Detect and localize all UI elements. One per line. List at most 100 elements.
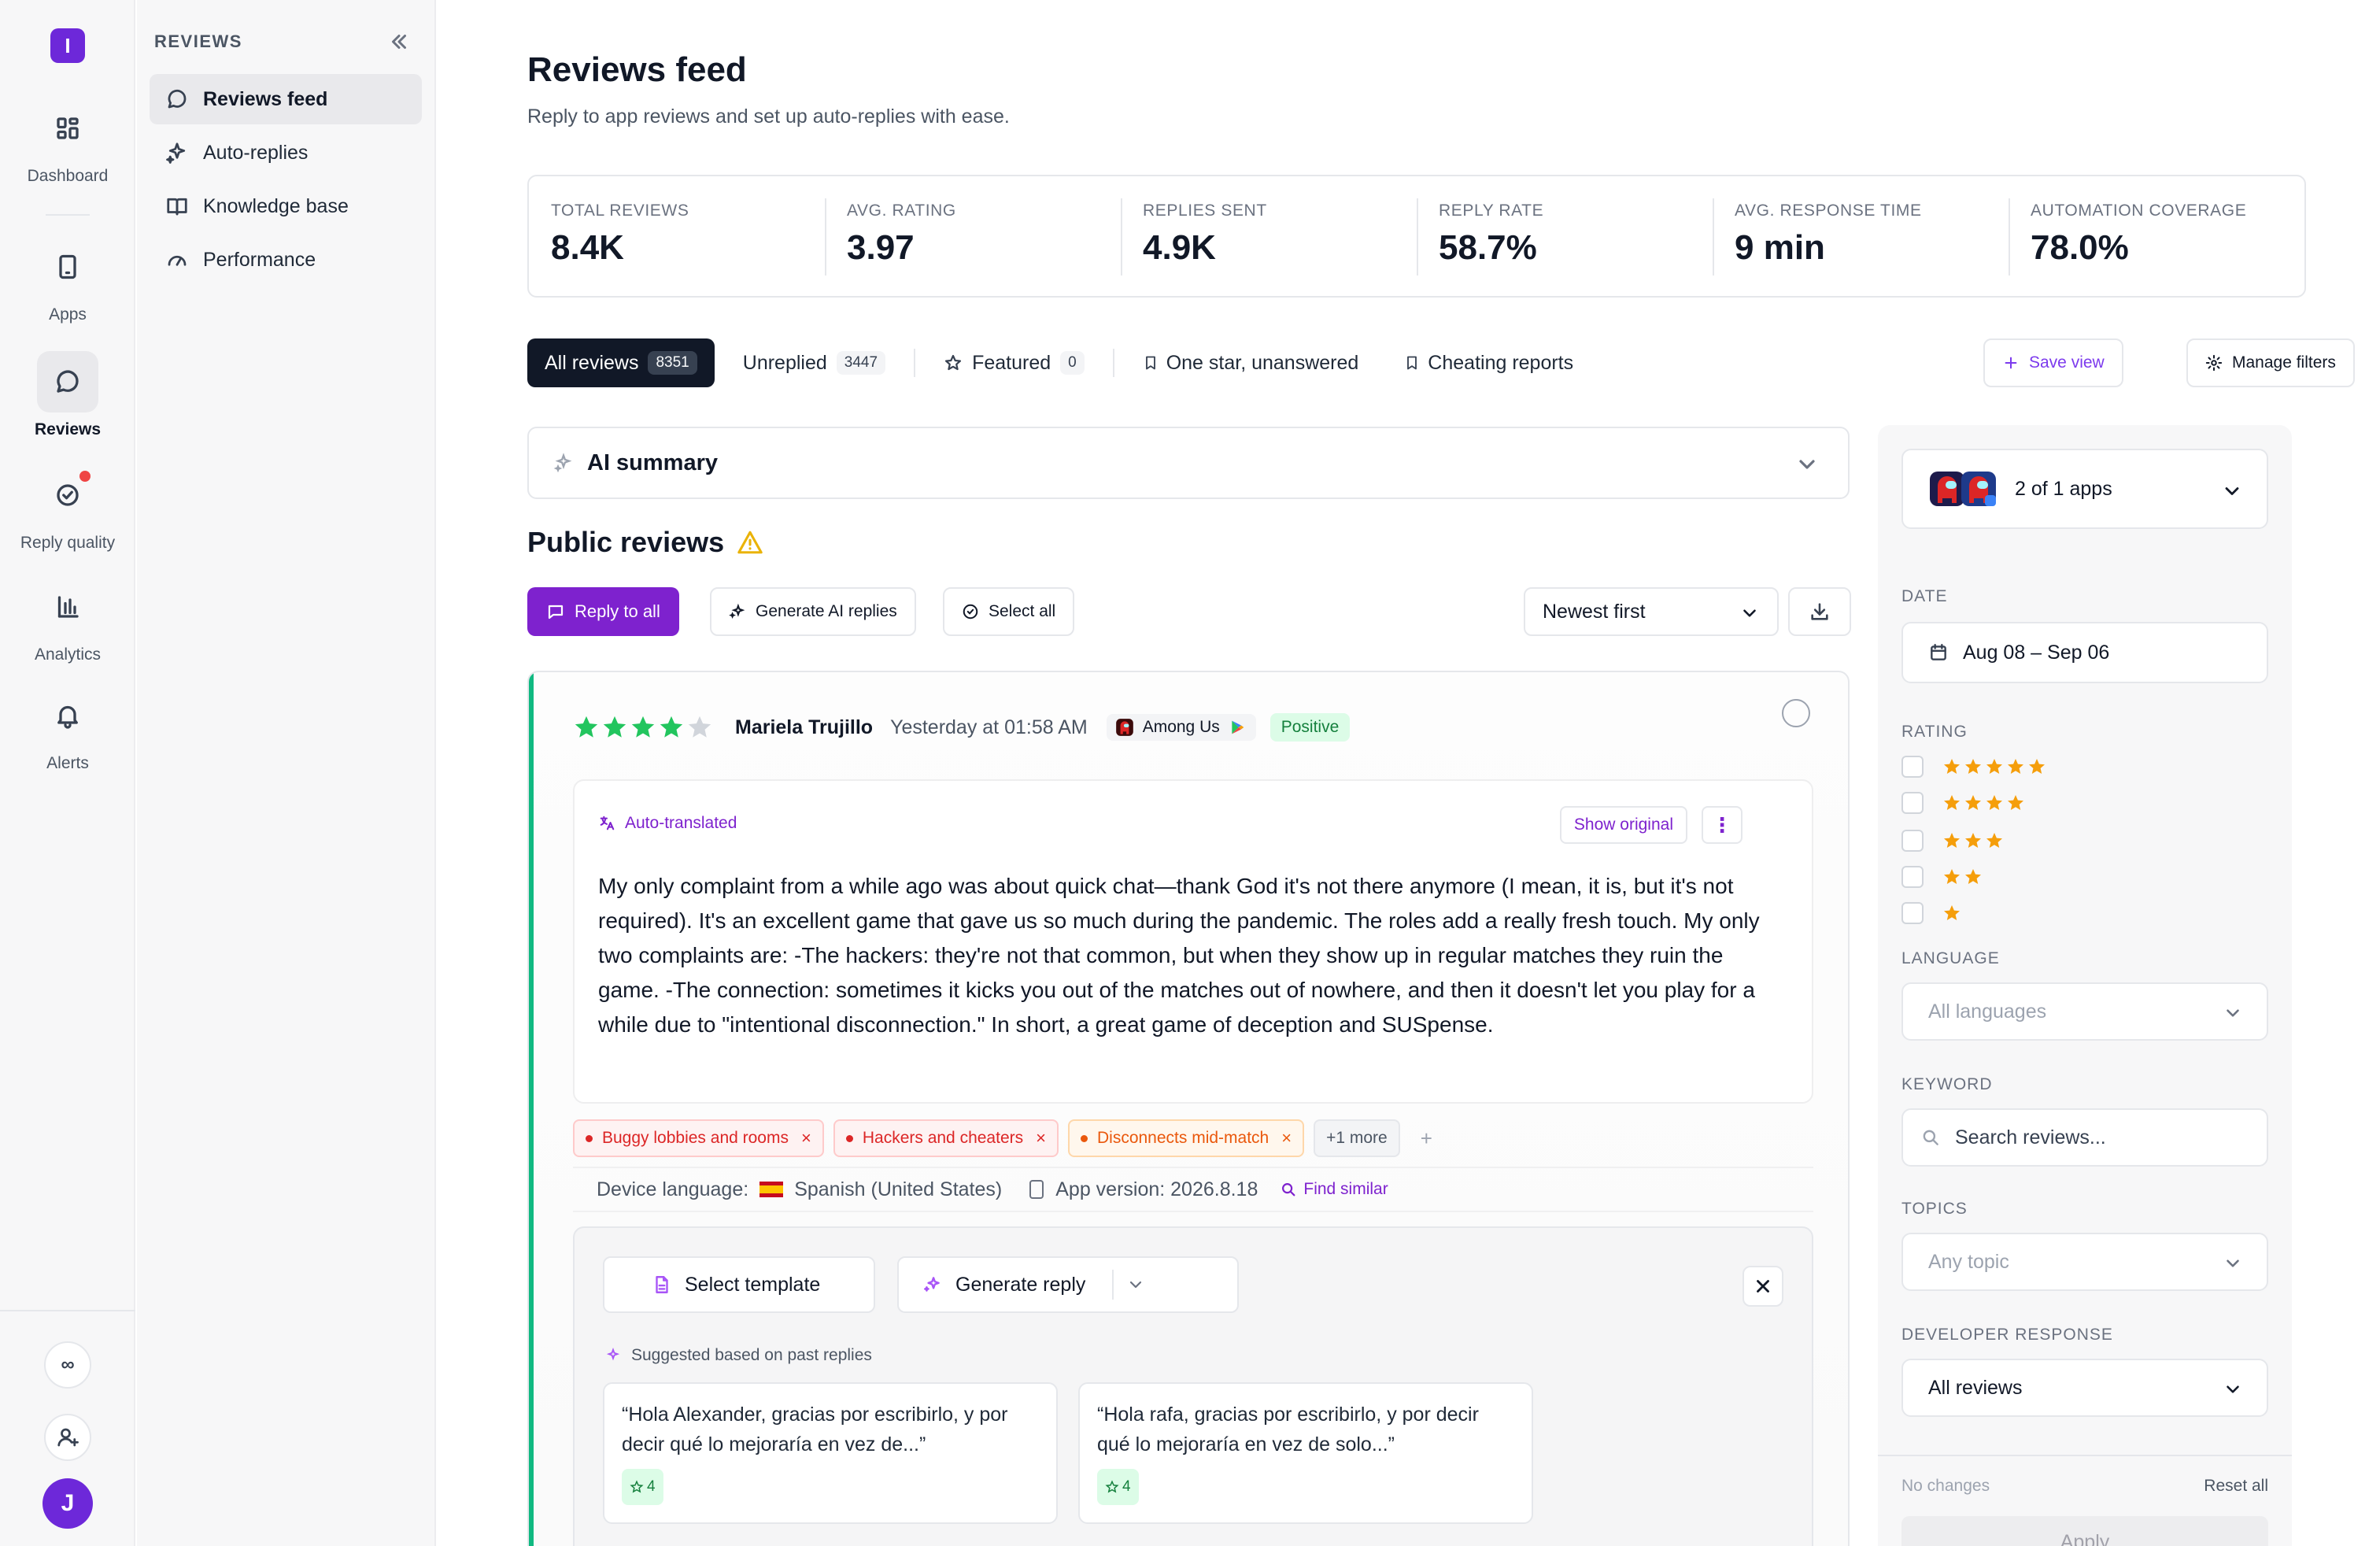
rating-option-2[interactable] xyxy=(1901,866,1985,888)
stat-total-reviews: TOTAL REVIEWS 8.4K xyxy=(529,176,825,296)
more-tags-button[interactable]: +1 more xyxy=(1314,1119,1400,1157)
rail-item-apps[interactable]: Apps xyxy=(0,236,135,324)
app-chip[interactable]: Among Us xyxy=(1106,714,1256,741)
stat-value: 78.0% xyxy=(2031,228,2129,267)
device-language: Spanish (United States) xyxy=(794,1178,1003,1200)
rating-checkbox[interactable] xyxy=(1901,902,1924,924)
stat-automation-coverage: AUTOMATION COVERAGE 78.0% xyxy=(2009,176,2304,296)
remove-tag-icon[interactable]: × xyxy=(1036,1128,1046,1148)
rail-label: Dashboard xyxy=(27,167,109,185)
tab-cheating-reports[interactable]: Cheating reports xyxy=(1387,338,1591,387)
infinity-button[interactable]: ∞ xyxy=(44,1341,91,1389)
suggested-reply-card[interactable]: “Hola Alexander, gracias por escribirlo,… xyxy=(603,1382,1058,1524)
rating-checkbox[interactable] xyxy=(1901,792,1924,814)
tab-featured[interactable]: Featured 0 xyxy=(926,338,1102,387)
remove-tag-icon[interactable]: × xyxy=(801,1128,811,1148)
phone-icon xyxy=(59,254,76,279)
user-avatar[interactable]: J xyxy=(42,1478,93,1529)
sidebar-item-reviews-feed[interactable]: Reviews feed xyxy=(150,74,422,124)
developer-response-select[interactable]: All reviews xyxy=(1901,1359,2268,1417)
rail-item-alerts[interactable]: Alerts xyxy=(0,685,135,773)
chat-icon xyxy=(168,89,187,109)
star-icon xyxy=(1986,759,2002,774)
stat-value: 9 min xyxy=(1735,228,1825,267)
stat-avg-response-time: AVG. RESPONSE TIME 9 min xyxy=(1713,176,2009,296)
show-original-button[interactable]: Show original xyxy=(1559,806,1687,844)
notification-dot xyxy=(79,471,91,482)
app-logo[interactable]: I xyxy=(50,28,85,63)
tab-label: Featured xyxy=(972,351,1051,374)
collapse-sidebar-button[interactable] xyxy=(387,30,411,54)
tab-one-star-unanswered[interactable]: One star, unanswered xyxy=(1125,338,1377,387)
document-icon xyxy=(656,1276,668,1293)
review-select-radio[interactable] xyxy=(1782,699,1810,727)
date-range-input[interactable]: Aug 08 – Sep 06 xyxy=(1901,622,2268,683)
check-circle-icon xyxy=(57,484,79,506)
topic-tag[interactable]: Buggy lobbies and rooms × xyxy=(573,1119,824,1157)
rating-checkbox[interactable] xyxy=(1901,830,1924,852)
topic-tag[interactable]: Disconnects mid-match × xyxy=(1067,1119,1305,1157)
generate-reply-button[interactable]: Generate reply xyxy=(897,1256,1239,1313)
tag-label: Disconnects mid-match xyxy=(1096,1129,1269,1147)
device-language-label: Device language: xyxy=(597,1178,749,1200)
app-version: App version: 2026.8.18 xyxy=(1055,1178,1258,1200)
topics-select[interactable]: Any topic xyxy=(1901,1233,2268,1291)
reply-to-all-button[interactable]: Reply to all xyxy=(527,587,679,636)
chevron-down-icon[interactable] xyxy=(1126,1275,1145,1294)
reset-all-button[interactable]: Reset all xyxy=(2204,1477,2268,1496)
rating-option-5[interactable] xyxy=(1901,756,2049,778)
sidebar-item-auto-replies[interactable]: Auto-replies xyxy=(150,128,422,178)
rating-checkbox[interactable] xyxy=(1901,866,1924,888)
bookmark-icon xyxy=(1145,356,1155,370)
among-us-app-icon xyxy=(1961,472,1996,506)
sidebar-item-label: Auto-replies xyxy=(203,141,309,164)
suggested-reply-text: “Hola rafa, gracias por escribirlo, y po… xyxy=(1097,1404,1479,1455)
topic-tag[interactable]: Hackers and cheaters × xyxy=(833,1119,1059,1157)
tab-all-reviews[interactable]: All reviews 8351 xyxy=(527,338,715,387)
app-selector[interactable]: 2 of 1 apps xyxy=(1901,449,2268,529)
star-outline-icon xyxy=(944,354,962,371)
generate-ai-replies-button[interactable]: Generate AI replies xyxy=(710,587,916,636)
rating-checkbox[interactable] xyxy=(1901,756,1924,778)
add-tag-button[interactable]: + xyxy=(1421,1126,1432,1151)
remove-tag-icon[interactable]: × xyxy=(1281,1128,1292,1148)
star-icon xyxy=(1986,795,2002,810)
sidebar-item-performance[interactable]: Performance xyxy=(150,235,422,285)
rating-option-4[interactable] xyxy=(1901,792,2027,814)
find-similar-link[interactable]: Find similar xyxy=(1280,1180,1388,1199)
chat-icon xyxy=(548,605,564,620)
close-composer-button[interactable] xyxy=(1743,1266,1783,1307)
save-view-button[interactable]: Save view xyxy=(1983,338,2123,387)
more-options-button[interactable]: ⋮ xyxy=(1702,806,1743,844)
rail-item-reply-quality[interactable]: Reply quality xyxy=(0,464,135,553)
chevron-down-icon xyxy=(1799,460,1815,469)
star-icon xyxy=(660,716,683,738)
manage-filters-button[interactable]: Manage filters xyxy=(2186,338,2355,387)
apply-filters-button[interactable]: Apply xyxy=(1901,1516,2268,1546)
ai-summary-panel[interactable]: AI summary xyxy=(527,427,1850,499)
star-icon xyxy=(1944,833,1960,848)
stat-value: 58.7% xyxy=(1439,228,1537,267)
filters-panel: 2 of 1 apps DATE Aug 08 – Sep 06 RATING … xyxy=(1878,425,2292,1546)
suggested-reply-card[interactable]: “Hola rafa, gracias por escribirlo, y po… xyxy=(1078,1382,1533,1524)
keyword-search-input[interactable]: Search reviews... xyxy=(1901,1108,2268,1167)
sidebar-item-knowledge-base[interactable]: Knowledge base xyxy=(150,181,422,231)
rail-item-analytics[interactable]: Analytics xyxy=(0,576,135,664)
page-subtitle: Reply to app reviews and set up auto-rep… xyxy=(527,105,1010,128)
star-icon xyxy=(2029,759,2045,774)
select-template-button[interactable]: Select template xyxy=(603,1256,875,1313)
sort-dropdown[interactable]: Newest first xyxy=(1524,587,1779,636)
rating-option-1[interactable] xyxy=(1901,902,1964,924)
language-select[interactable]: All languages xyxy=(1901,982,2268,1041)
close-icon xyxy=(1757,1280,1769,1293)
select-all-button[interactable]: Select all xyxy=(943,587,1075,636)
reply-to-all-label: Reply to all xyxy=(575,601,660,621)
divider xyxy=(1112,1270,1114,1300)
rail-item-dashboard[interactable]: Dashboard xyxy=(0,98,135,186)
invite-user-button[interactable] xyxy=(44,1414,91,1461)
rail-item-reviews[interactable]: Reviews xyxy=(0,351,135,439)
tab-label: One star, unanswered xyxy=(1166,351,1359,374)
rating-option-3[interactable] xyxy=(1901,830,2006,852)
download-button[interactable] xyxy=(1788,587,1851,636)
tab-unreplied[interactable]: Unreplied 3447 xyxy=(726,338,903,387)
